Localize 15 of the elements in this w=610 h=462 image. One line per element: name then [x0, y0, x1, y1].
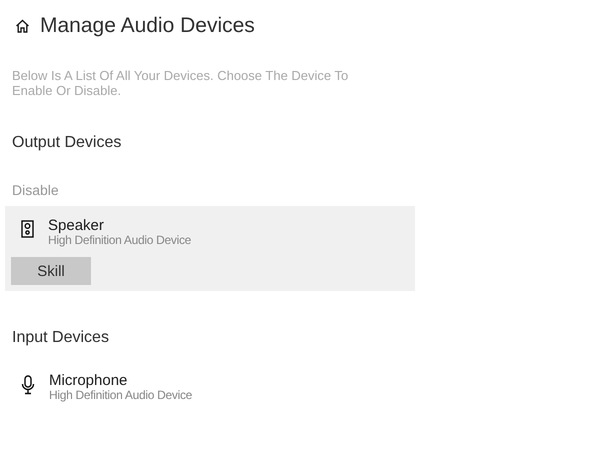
device-subtitle: High Definition Audio Device: [49, 388, 192, 402]
home-icon[interactable]: [15, 19, 30, 33]
device-row[interactable]: Speaker High Definition Audio Device Skill: [5, 206, 415, 291]
status-label: Disable: [12, 182, 60, 198]
device-name: Speaker: [48, 218, 105, 233]
page-title: Manage Audio Devices: [40, 14, 255, 38]
device-name: Microphone: [49, 373, 128, 388]
speaker-icon: [21, 220, 34, 238]
device-row[interactable]: Microphone High Definition Audio Device: [5, 361, 415, 408]
microphone-icon: [21, 375, 35, 395]
section-heading: Output Devices: [12, 134, 122, 152]
device-subtitle: High Definition Audio Device: [48, 233, 192, 247]
description-text: Below Is A List Of All Your Devices. Choose The Device To Enable Or Disable.: [12, 68, 350, 98]
section-heading: Input Devices: [12, 329, 110, 347]
skill-button[interactable]: Skill: [11, 257, 91, 285]
